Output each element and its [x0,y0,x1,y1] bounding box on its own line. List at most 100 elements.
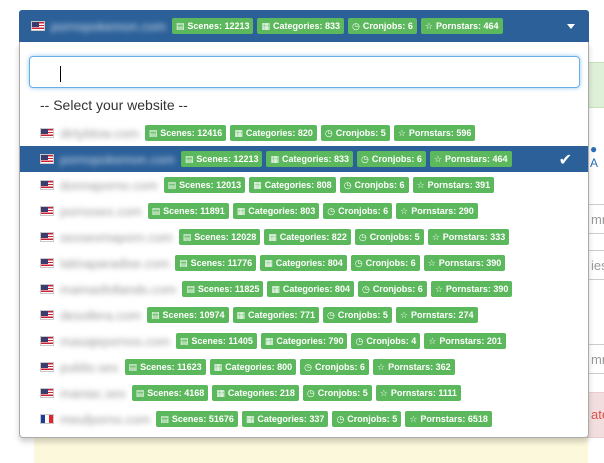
cronjobs-badge: ◷ Cronjobs: 5 [323,307,392,323]
cronjobs-badge-text: Cronjobs: 4 [366,336,417,346]
website-option[interactable]: maniac.sex ▤ Scenes: 4168 ▦ Categories: 218 ◷… [20,380,588,406]
option-site-name: donnaporno.com [60,177,158,193]
categories-badge: ▦ Categories: 833 [266,151,354,167]
star-icon: ☆ [433,153,442,164]
cronjobs-badge: ◷ Cronjobs: 5 [320,125,390,141]
scenes-badge-text: Scenes: 11405 [191,336,253,346]
scenes-badge-text: Scenes: 11623 [140,362,202,372]
film-icon: ▤ [128,361,138,372]
background-link-icon: ● [590,142,598,156]
pornstars-badge-text: Pornstars: 390 [445,284,509,294]
website-option[interactable]: publio.sex ▤ Scenes: 11623 ▦ Categories: 800… [20,354,588,380]
star-icon: ☆ [400,205,409,216]
film-icon: ▤ [160,413,169,424]
website-option[interactable]: pornosex.com ▤ Scenes: 11891 ▦ Categories: 8… [20,198,588,224]
film-icon: ▤ [179,335,189,346]
background-input-1-text: mm [591,212,604,227]
grid-icon: ▦ [234,127,243,138]
categories-badge: ▦ Categories: 771 [232,307,320,323]
website-option[interactable]: meufporno.com ▤ Scenes: 51676 ▦ Categories: … [20,406,588,432]
website-option[interactable]: masajepornos.com ▤ Scenes: 11405 ▦ Categorie… [20,328,588,354]
clock-icon: ◷ [327,309,335,320]
grid-icon: ▦ [236,205,246,216]
star-icon: ☆ [431,231,440,242]
option-site-name: pornosex.com [60,203,142,219]
film-icon: ▤ [175,20,185,31]
website-option[interactable]: latinaparadise.com ▤ Scenes: 11776 ▦ Categor… [20,250,588,276]
grid-icon: ▦ [245,413,255,424]
website-option[interactable]: mamasfollando.com ▤ Scenes: 11825 ▦ Categori… [20,276,588,302]
film-icon: ▤ [151,205,161,216]
option-site-name: masajepornos.com [60,333,170,349]
pornstars-badge: ☆ Pornstars: 391 [412,177,495,193]
clock-icon: ◷ [304,361,313,372]
background-link[interactable]: ● A [590,142,604,170]
clock-icon: ◷ [361,283,370,294]
scenes-badge-text: Scenes: 12013 [179,180,242,190]
cronjobs-badge-text: Cronjobs: 6 [362,21,413,31]
clock-icon: ◷ [361,153,369,164]
cronjobs-badge: ◷ Cronjobs: 4 [351,333,421,349]
pornstars-badge: ☆ Pornstars: 362 [373,359,455,375]
pornstars-badge: ☆ Pornstars: 390 [430,281,513,297]
chevron-down-icon[interactable] [567,24,575,29]
pornstars-badge-text: Pornstars: 333 [442,232,506,242]
placeholder-option[interactable]: -- Select your website -- [40,97,188,113]
scenes-badge: ▤ Scenes: 11405 [175,333,257,349]
categories-badge-text: Categories: 808 [264,180,332,190]
pornstars-badge-text: Pornstars: 274 [411,310,474,320]
cronjobs-badge-text: Cronjobs: 6 [365,258,416,268]
clock-icon: ◷ [324,127,333,138]
pornstars-badge-text: Pornstars: 6518 [420,414,488,424]
selected-site-name: pornopokemon.com [51,18,166,34]
clock-icon: ◷ [343,179,352,190]
pornstars-badge-text: Pornstars: 1111 [390,388,457,398]
film-icon: ▤ [148,127,158,138]
scenes-badge: ▤ Scenes: 12013 [163,177,246,193]
categories-badge: ▦ Categories: 804 [267,281,354,297]
clock-icon: ◷ [358,231,367,242]
website-option[interactable]: desollera.com ▤ Scenes: 10974 ▦ Categories: … [20,302,588,328]
grid-icon: ▦ [216,387,225,398]
pornstars-badge-text: Pornstars: 201 [439,336,502,346]
grid-icon: ▦ [213,361,223,372]
cronjobs-badge: ◷ Cronjobs: 5 [302,385,372,401]
categories-badge: ▦ Categories: 833 [257,18,345,34]
website-select[interactable]: pornopokemon.com ▤ Scenes: 12213 ▦ Categor… [19,10,589,42]
scenes-badge: ▤ Scenes: 11623 [124,359,206,375]
us-flag-icon [40,362,54,372]
pornstars-badge: ☆ Pornstars: 290 [396,203,478,219]
cronjobs-badge-text: Cronjobs: 5 [347,414,398,424]
us-flag-icon [40,154,54,164]
clock-icon: ◷ [354,257,363,268]
categories-badge-text: Categories: 833 [281,154,350,164]
categories-badge: ▦ Categories: 800 [209,359,297,375]
cronjobs-badge-text: Cronjobs: 6 [338,206,389,216]
website-option[interactable]: dirtyblow.com ▤ Scenes: 12416 ▦ Categories: … [20,120,588,146]
pornstars-badge-text: Pornstars: 390 [438,258,502,268]
grid-icon: ▦ [264,335,274,346]
cronjobs-badge-text: Cronjobs: 6 [315,362,366,372]
us-flag-icon [40,388,54,398]
cronjobs-badge: ◷ Cronjobs: 5 [332,411,402,427]
star-icon: ☆ [428,335,437,346]
scenes-badge: ▤ Scenes: 12028 [178,229,261,245]
scenes-badge-text: Scenes: 10974 [162,310,225,320]
background-link-text: A [590,156,599,170]
background-error-text: ate [591,407,604,422]
fr-flag-icon [40,414,54,424]
cronjobs-badge: ◷ Cronjobs: 6 [348,18,417,34]
website-option[interactable]: donnaporno.com ▤ Scenes: 12013 ▦ Categories:… [20,172,588,198]
search-input[interactable] [29,56,580,88]
pornstars-badge: ☆ Pornstars: 464 [429,151,512,167]
star-icon: ☆ [399,309,408,320]
search-wrapper [20,42,588,88]
cronjobs-badge: ◷ Cronjobs: 6 [300,359,370,375]
scenes-badge: ▤ Scenes: 12213 [171,18,254,34]
scenes-badge: ▤ Scenes: 51676 [156,411,238,427]
us-flag-icon [31,21,45,31]
website-option[interactable]: pornopokemon.com ▤ Scenes: 12213 ▦ Categorie… [20,146,588,172]
website-option[interactable]: sexsexmaporn.com ▤ Scenes: 12028 ▦ Categorie… [20,224,588,250]
website-dropdown: -- Select your website -- dirtyblow.com ▤… [19,42,589,438]
scenes-badge: ▤ Scenes: 10974 [146,307,229,323]
